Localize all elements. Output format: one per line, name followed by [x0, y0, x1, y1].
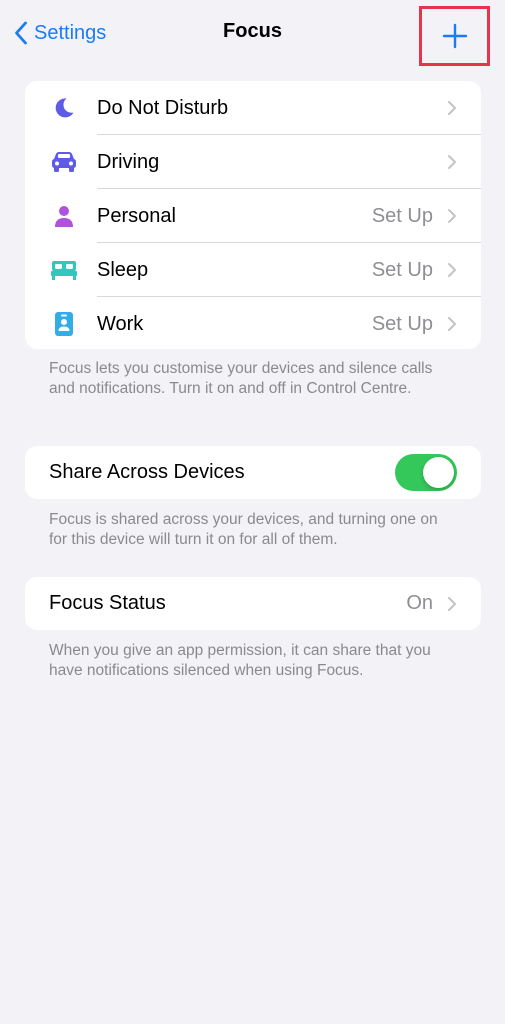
chevron-right-icon — [448, 209, 456, 223]
add-focus-button[interactable] — [419, 6, 490, 66]
focus-item-value: Set Up — [371, 312, 433, 335]
focus-item-label: Personal — [97, 204, 176, 227]
focus-status-row[interactable]: Focus Status On — [25, 577, 481, 630]
focus-status-card: Focus Status On — [25, 577, 481, 630]
share-footnote: Focus is shared across your devices, and… — [49, 511, 438, 548]
focus-item-sleep[interactable]: Sleep Set Up — [25, 243, 481, 297]
focus-item-value: Set Up — [371, 258, 433, 281]
share-across-devices-label: Share Across Devices — [49, 461, 245, 483]
plus-icon — [442, 23, 467, 49]
car-icon — [51, 150, 77, 174]
focus-status-label: Focus Status — [49, 592, 166, 614]
chevron-right-icon — [448, 317, 456, 331]
person-icon — [51, 204, 77, 228]
share-across-devices-card: Share Across Devices — [25, 446, 481, 499]
share-across-devices-toggle[interactable] — [395, 454, 457, 491]
chevron-right-icon — [448, 597, 456, 611]
chevron-right-icon — [448, 263, 456, 277]
focus-item-value: Set Up — [371, 204, 433, 227]
focus-footnote: Focus lets you customise your devices an… — [49, 360, 433, 397]
focus-item-driving[interactable]: Driving — [25, 135, 481, 189]
focus-status-value: On — [406, 592, 433, 614]
toggle-knob — [423, 457, 454, 488]
focus-settings-screen: Settings Focus Do Not Disturb Driving Pe… — [0, 0, 505, 1024]
focus-item-work[interactable]: Work Set Up — [25, 297, 481, 349]
status-footnote: When you give an app permission, it can … — [49, 642, 431, 679]
navigation-bar: Settings Focus — [0, 0, 505, 66]
chevron-right-icon — [448, 155, 456, 169]
share-across-devices-row: Share Across Devices — [25, 446, 481, 499]
chevron-right-icon — [448, 101, 456, 115]
focus-item-label: Sleep — [97, 258, 149, 281]
bed-icon — [51, 258, 77, 282]
focus-item-label: Do Not Disturb — [97, 96, 229, 119]
focus-item-label: Driving — [97, 150, 160, 173]
focus-modes-list: Do Not Disturb Driving Personal Set Up S… — [25, 81, 481, 349]
focus-item-label: Work — [97, 312, 144, 335]
moon-icon — [51, 96, 77, 120]
id-badge-icon — [51, 312, 77, 336]
focus-item-do-not-disturb[interactable]: Do Not Disturb — [25, 81, 481, 135]
focus-item-personal[interactable]: Personal Set Up — [25, 189, 481, 243]
